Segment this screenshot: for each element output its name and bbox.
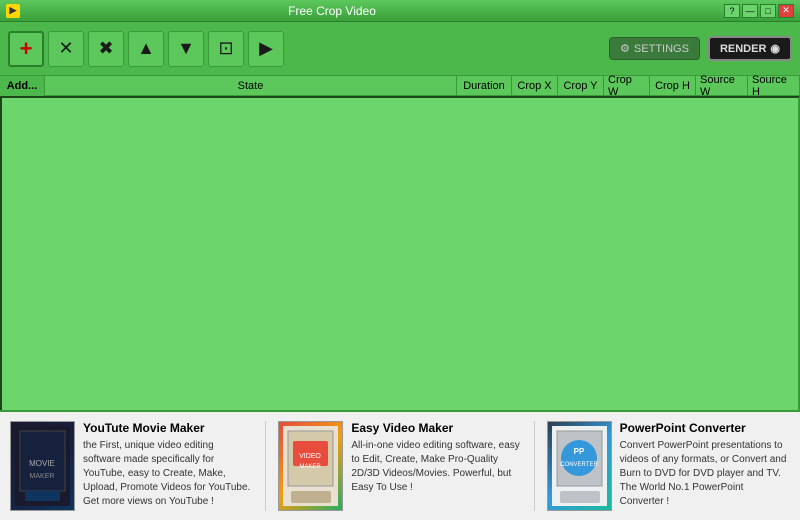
col-header-cropy: Crop Y	[558, 76, 604, 95]
delete-icon: ✕	[58, 38, 73, 59]
col-header-cropx: Crop X	[512, 76, 558, 95]
ad-title-3[interactable]: PowerPoint Converter	[620, 421, 790, 435]
crop-icon: ⊡	[218, 38, 233, 59]
arrow-up-icon: ▲	[137, 38, 155, 59]
svg-text:CONVERTER: CONVERTER	[560, 462, 598, 468]
play-button[interactable]: ▶	[248, 31, 284, 67]
clear-icon: ✖	[98, 38, 113, 59]
col-header-state: State	[45, 76, 457, 95]
svg-text:MAKER: MAKER	[300, 464, 322, 470]
col-header-duration: Duration	[457, 76, 512, 95]
maximize-button[interactable]: □	[760, 4, 776, 18]
ad-image-2: VIDEO MAKER	[283, 426, 338, 506]
ad-thumb-1[interactable]: MOVIE MAKER	[10, 421, 75, 511]
render-button[interactable]: RENDER ◉	[708, 36, 792, 61]
move-up-button[interactable]: ▲	[128, 31, 164, 67]
col-header-croph: Crop H	[650, 76, 696, 95]
settings-label: SETTINGS	[634, 43, 689, 55]
ad-divider-2	[534, 421, 535, 511]
ad-desc-3: Convert PowerPoint presentations to vide…	[620, 439, 790, 509]
add-small-button[interactable]: Add...	[0, 76, 45, 96]
toolbar: + ✕ ✖ ▲ ▼ ⊡ ▶ ⚙ SETTINGS RENDER ◉	[0, 22, 800, 76]
ad-image-1: MOVIE MAKER	[15, 426, 70, 506]
ad-thumb-2[interactable]: VIDEO MAKER	[278, 421, 343, 511]
move-down-button[interactable]: ▼	[168, 31, 204, 67]
minimize-button[interactable]: —	[742, 4, 758, 18]
add-file-button[interactable]: +	[8, 31, 44, 67]
ad-desc-1: the First, unique video editing software…	[83, 439, 253, 509]
ad-title-1[interactable]: YouTute Movie Maker	[83, 421, 253, 435]
col-header-cropw: Crop W	[604, 76, 650, 95]
ad-desc-2: All-in-one video editing software, easy …	[351, 439, 521, 495]
ad-content-3: PowerPoint Converter Convert PowerPoint …	[620, 421, 790, 509]
svg-text:VIDEO: VIDEO	[299, 453, 321, 460]
clear-all-button[interactable]: ✖	[88, 31, 124, 67]
ad-content-2: Easy Video Maker All-in-one video editin…	[351, 421, 521, 495]
ad-image-3: PP CONVERTER	[552, 426, 607, 506]
title-bar-controls: ? — □ ✕	[724, 4, 794, 18]
ad-item-3: PP CONVERTER PowerPoint Converter Conver…	[547, 421, 790, 511]
plus-icon: +	[20, 36, 33, 62]
ad-divider-1	[265, 421, 266, 511]
title-bar: ▶ Free Crop Video ? — □ ✕	[0, 0, 800, 22]
ad-item-2: VIDEO MAKER Easy Video Maker All-in-one …	[278, 421, 521, 511]
settings-button[interactable]: ⚙ SETTINGS	[609, 37, 700, 60]
ad-title-2[interactable]: Easy Video Maker	[351, 421, 521, 435]
file-list-area	[0, 96, 800, 416]
ad-item-1: MOVIE MAKER YouTute Movie Maker the Firs…	[10, 421, 253, 511]
delete-button[interactable]: ✕	[48, 31, 84, 67]
close-button[interactable]: ✕	[778, 4, 794, 18]
arrow-down-icon: ▼	[177, 38, 195, 59]
column-headers: Add... State Duration Crop X Crop Y Crop…	[0, 76, 800, 96]
ad-thumb-3[interactable]: PP CONVERTER	[547, 421, 612, 511]
ad-content-1: YouTute Movie Maker the First, unique vi…	[83, 421, 253, 509]
play-icon: ▶	[259, 38, 273, 59]
app-title: Free Crop Video	[0, 4, 724, 18]
ad-strip: MOVIE MAKER YouTute Movie Maker the Firs…	[0, 410, 800, 520]
svg-text:MOVIE: MOVIE	[29, 459, 55, 468]
render-icon: ◉	[770, 42, 780, 55]
svg-text:PP: PP	[573, 447, 584, 456]
col-header-sourceh: Source H	[748, 76, 800, 95]
col-header-sourcew: Source W	[696, 76, 748, 95]
toolbar-right: ⚙ SETTINGS RENDER ◉	[609, 36, 792, 61]
render-label: RENDER	[720, 43, 766, 55]
gear-icon: ⚙	[620, 42, 630, 55]
svg-text:MAKER: MAKER	[30, 473, 55, 480]
help-button[interactable]: ?	[724, 4, 740, 18]
crop-button[interactable]: ⊡	[208, 31, 244, 67]
